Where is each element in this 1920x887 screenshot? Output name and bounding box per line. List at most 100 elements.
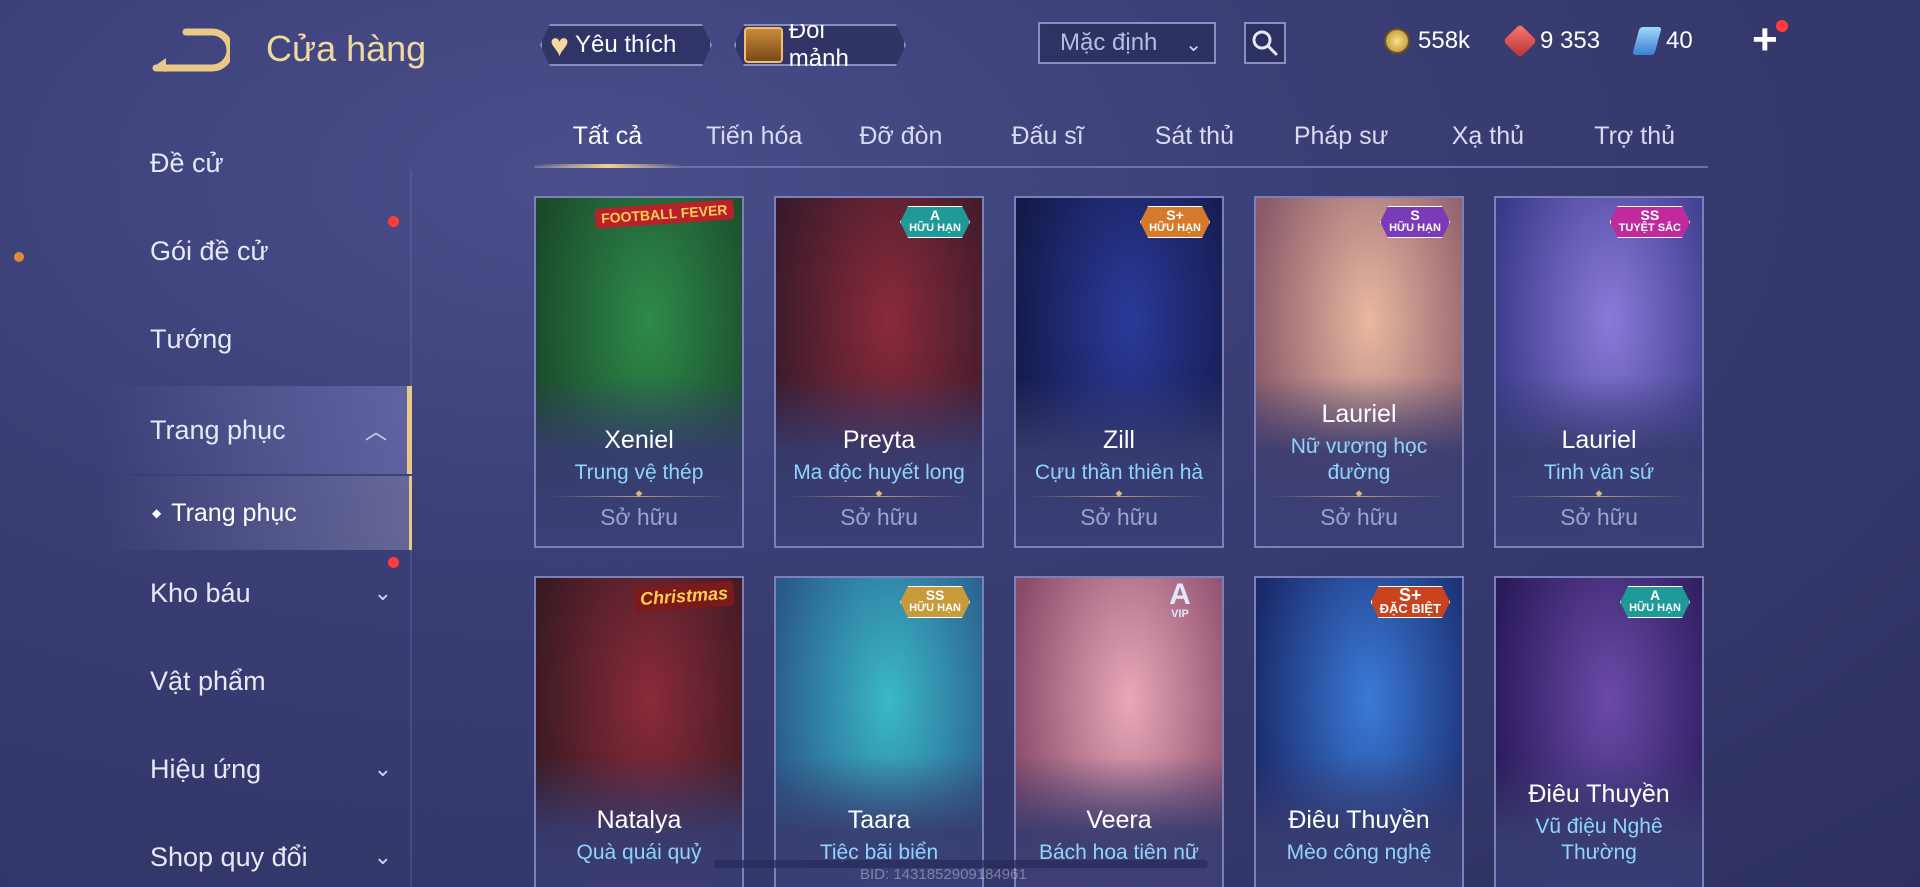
skin-card[interactable]: S+HỮU HẠN Zill Cựu thần thiên hà Sở hữu [1014, 196, 1224, 548]
sidebar-item-heroes[interactable]: Tướng [100, 296, 412, 382]
sidebar-item-label: Gói đề cử [150, 235, 269, 266]
chevron-up-icon: ︿ [364, 419, 387, 444]
sidebar-item-label: Trang phục [150, 414, 286, 445]
sort-dropdown[interactable]: Mặc định ⌄ [1038, 22, 1216, 64]
skin-name: Cựu thần thiên hà [1034, 461, 1204, 484]
notification-dot [1776, 20, 1788, 32]
tab-evolution[interactable]: Tiến hóa [681, 110, 828, 166]
voucher-icon [1632, 27, 1662, 55]
ruby-icon [1503, 24, 1537, 58]
tier-badge: SS HỮU HẠN [900, 586, 970, 618]
skin-name: Mèo công nghệ [1286, 841, 1432, 864]
notification-dot [388, 557, 399, 568]
skin-card[interactable]: SSTUYỆT SẮC Lauriel Tinh vân sứ Sở hữu [1494, 196, 1704, 548]
treasure-chest-icon [744, 27, 783, 63]
sidebar-item-label: Đề cử [150, 147, 224, 178]
sidebar-item-recommended[interactable]: Đề cử [100, 120, 412, 206]
gold-amount: 558k [1418, 27, 1471, 54]
tab-marksman[interactable]: Xạ thủ [1415, 110, 1562, 166]
gold-coin-icon [1384, 28, 1410, 54]
sidebar-item-items[interactable]: Vật phẩm [100, 638, 412, 724]
voucher-currency: 40 [1632, 24, 1693, 58]
skin-name: Ma độc huyết long [793, 461, 965, 484]
page-title: Cửa hàng [266, 28, 427, 69]
back-button[interactable] [150, 28, 234, 72]
sidebar-subitem-skins[interactable]: ◆ Trang phục [100, 476, 412, 550]
tier-badge: S HỮU HẠN [1380, 206, 1450, 238]
back-arrow-icon [152, 28, 234, 72]
tab-mage[interactable]: Pháp sư [1268, 110, 1415, 166]
tab-warrior[interactable]: Đấu sĩ [974, 110, 1121, 166]
ruby-amount: 9 353 [1540, 27, 1601, 54]
exchange-fragments-button[interactable]: Đổi mảnh [734, 24, 906, 66]
voucher-amount: 40 [1666, 27, 1693, 54]
favorites-button[interactable]: ♥ Yêu thích [540, 24, 712, 66]
plus-icon: + [1752, 15, 1778, 64]
skin-card[interactable]: AHỮU HẠN Preyta Ma độc huyết long Sở hữu [774, 196, 984, 548]
hero-name: Lauriel [1321, 400, 1397, 428]
owned-status: Sở hữu [1320, 504, 1398, 530]
gold-currency: 558k [1384, 24, 1470, 58]
tab-all[interactable]: Tất cả [534, 110, 681, 168]
hero-name: Xeniel [604, 426, 674, 454]
skin-card[interactable]: SS HỮU HẠN Taara Tiệc bãi biển [774, 576, 984, 887]
sidebar-item-effects[interactable]: Hiệu ứng ⌄ [100, 726, 412, 812]
owned-status: Sở hữu [1080, 504, 1158, 530]
tab-tank[interactable]: Đỡ đòn [828, 110, 975, 166]
chevron-down-icon: ⌄ [373, 580, 392, 605]
tier-badge: A HỮU HẠN [1620, 586, 1690, 618]
indicator-dot [14, 252, 24, 262]
owned-status: Sở hữu [600, 504, 678, 530]
sidebar-subitem-label: Trang phục [171, 498, 297, 527]
chevron-down-icon: ⌄ [1185, 34, 1202, 56]
hero-name: Preyta [842, 426, 916, 454]
skin-card[interactable]: A HỮU HẠN Điêu Thuyền Vũ điệu Nghê Thường [1494, 576, 1704, 887]
tier-badge: S+ ĐẶC BIỆT [1371, 586, 1450, 618]
chevron-down-icon: ⌄ [373, 756, 392, 781]
skin-name: Vũ điệu Nghê Thường [1535, 815, 1663, 864]
sidebar-item-treasure[interactable]: Kho báu ⌄ [100, 550, 412, 636]
heart-icon: ♥ [550, 27, 569, 63]
skin-card[interactable]: Christmas Natalya Quà quái quỷ [534, 576, 744, 887]
hero-name: Natalya [596, 806, 682, 834]
hero-name: Zill [1103, 426, 1135, 454]
exchange-label: Đổi mảnh [788, 17, 849, 72]
tier-badge: A VIP [1169, 578, 1191, 621]
sidebar-item-label: Shop quy đổi [150, 841, 308, 872]
sidebar-item-recommended-packs[interactable]: Gói đề cử [100, 208, 412, 294]
notification-dot [388, 216, 399, 227]
build-id: BID: 1431852909184961 [860, 866, 1027, 883]
ruby-currency: 9 353 [1503, 24, 1601, 58]
tier-badge: SS TUYỆT SẮC [1610, 206, 1690, 238]
diamond-bullet-icon: ◆ [152, 506, 162, 520]
hero-name: Điêu Thuyền [1528, 780, 1670, 808]
skin-name: Nữ vương học đường [1290, 435, 1428, 484]
owned-status: Sở hữu [840, 504, 918, 530]
search-button[interactable] [1244, 22, 1286, 64]
sort-value: Mặc định [1060, 29, 1158, 56]
category-tabs: Tất cả Tiến hóa Đỡ đòn Đấu sĩ Sát thủ Ph… [534, 110, 1708, 168]
skin-card[interactable]: A VIP Veera Bách hoa tiên nữ [1014, 576, 1224, 887]
tier-badge: A HỮU HẠN [900, 206, 970, 238]
skin-card[interactable]: SHỮU HẠN Lauriel Nữ vương học đường Sở h… [1254, 196, 1464, 548]
owned-status: Sở hữu [1560, 504, 1638, 530]
hero-name: Điêu Thuyền [1288, 806, 1430, 834]
skin-name: Quà quái quỷ [576, 841, 702, 864]
chevron-down-icon: ⌄ [373, 844, 392, 869]
skin-name: Trung vệ thép [574, 461, 704, 484]
skin-card[interactable]: FOOTBALL FEVER Xeniel Trung vệ thép Sở h… [534, 196, 744, 548]
skin-card[interactable]: S+ ĐẶC BIỆT Điêu Thuyền Mèo công nghệ [1254, 576, 1464, 887]
search-icon [1252, 30, 1278, 56]
add-currency-button[interactable]: + [1752, 18, 1778, 62]
favorites-label: Yêu thích [575, 31, 677, 58]
hero-name: Lauriel [1561, 426, 1637, 454]
hero-name: Veera [1086, 806, 1152, 834]
tab-assassin[interactable]: Sát thủ [1121, 110, 1268, 166]
sidebar-item-label: Vật phẩm [150, 665, 266, 696]
sidebar-item-exchange-shop[interactable]: Shop quy đổi ⌄ [100, 814, 412, 887]
tab-support[interactable]: Trợ thủ [1561, 110, 1708, 166]
skin-name: Tinh vân sứ [1543, 461, 1655, 484]
sidebar-item-skins[interactable]: Trang phục ︿ [100, 386, 412, 474]
sidebar-item-label: Hiệu ứng [150, 753, 262, 784]
tier-badge: S+ HỮU HẠN [1140, 206, 1210, 238]
